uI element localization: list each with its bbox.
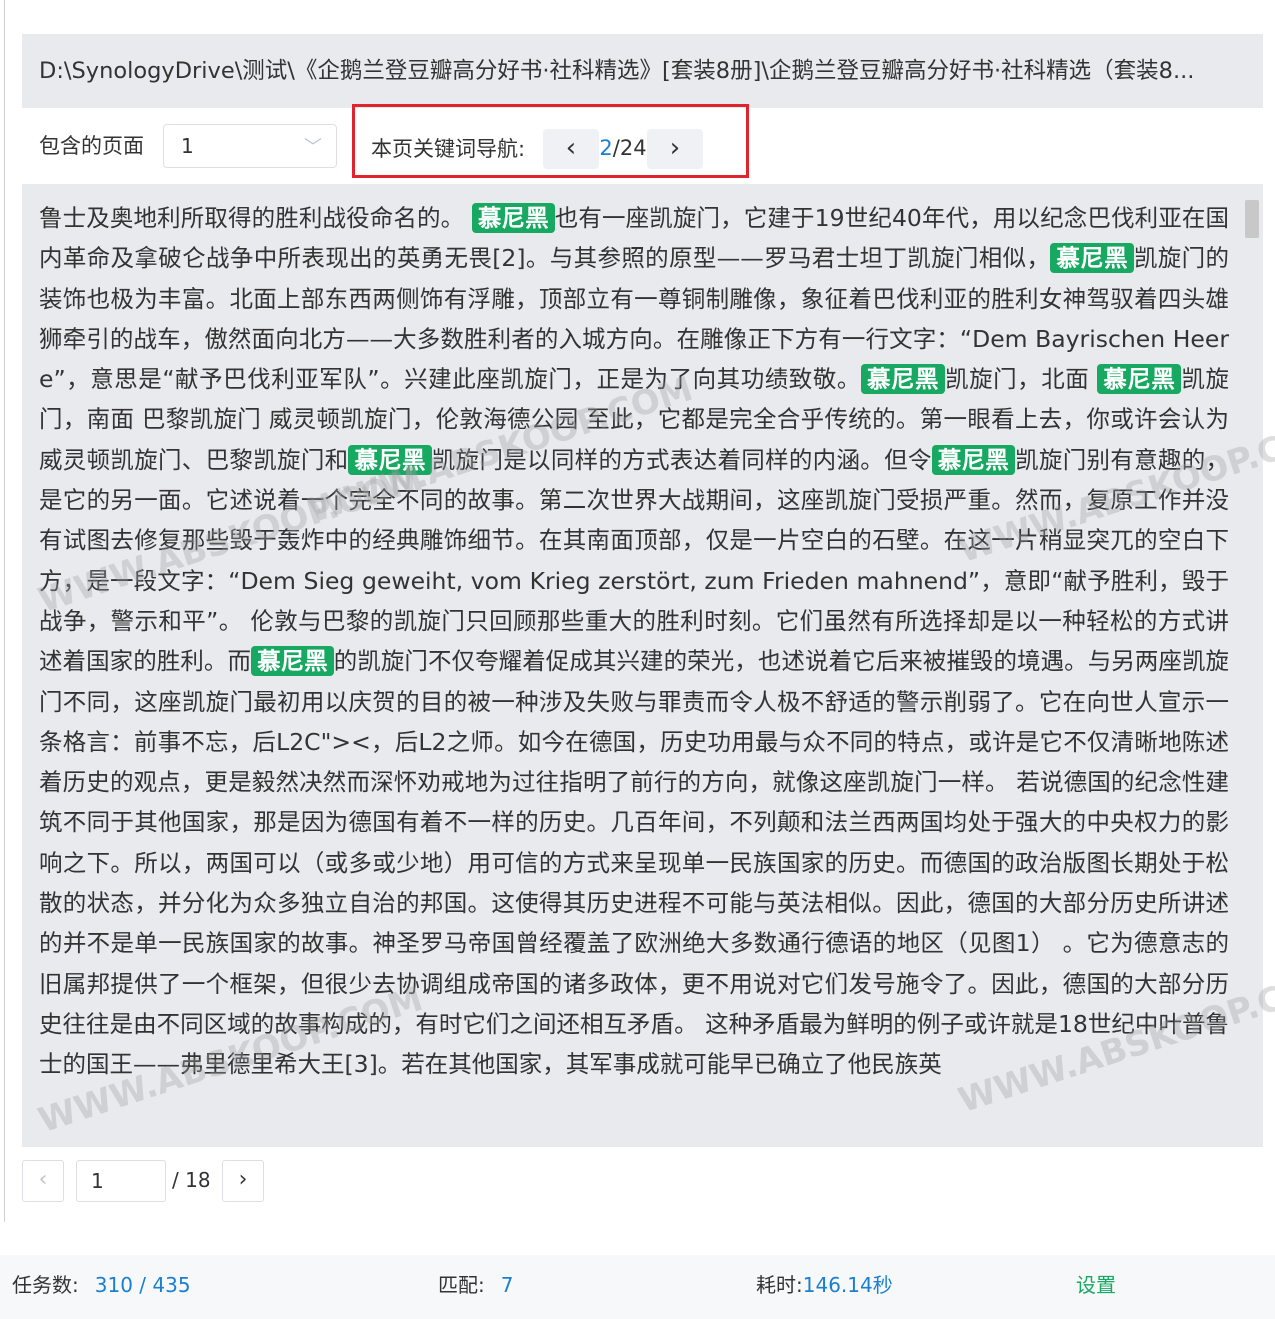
keyword-nav-total: /24 bbox=[612, 136, 647, 160]
pages-select[interactable]: 1 ﹀ bbox=[163, 124, 337, 168]
pagination: ‹ 1 / 18 › bbox=[22, 1160, 422, 1202]
tasks-status: 任务数: 310 / 435 bbox=[12, 1255, 191, 1315]
keyword-highlight: 慕尼黑 bbox=[860, 364, 946, 395]
keyword-nav-label: 本页关键词导航: bbox=[371, 137, 526, 161]
page-prev-button[interactable]: ‹ bbox=[22, 1160, 64, 1202]
document-text: 鲁士及奥地利所取得的胜利战役命名的。 慕尼黑 也有一座凯旋门，它建于19世纪40年… bbox=[39, 198, 1229, 1085]
chevron-left-icon: ‹ bbox=[38, 1167, 48, 1192]
settings-link[interactable]: 设置 bbox=[1076, 1255, 1116, 1315]
page-next-button[interactable]: › bbox=[222, 1160, 264, 1202]
pages-label: 包含的页面 bbox=[39, 134, 144, 158]
keyword-highlight: 慕尼黑 bbox=[471, 203, 555, 233]
text-segment: 的凯旋门不仅夸耀着促成其兴建的荣光，也述说着它后来被摧毁的境遇。与另两座凯旋门不… bbox=[39, 647, 1230, 1079]
document-text-panel[interactable]: 鲁士及奥地利所取得的胜利战役命名的。 慕尼黑 也有一座凯旋门，它建于19世纪40年… bbox=[22, 184, 1263, 1147]
chevron-right-icon: › bbox=[238, 1167, 248, 1192]
left-border bbox=[4, 0, 5, 1222]
keyword-nav-current: 2 bbox=[599, 136, 613, 160]
keyword-highlight: 慕尼黑 bbox=[348, 444, 432, 475]
status-bar: 任务数: 310 / 435 匹配: 7 耗时:146.14秒 设置 bbox=[0, 1255, 1275, 1319]
time-value: 146.14秒 bbox=[802, 1273, 893, 1297]
chevron-down-icon: ﹀ bbox=[304, 137, 322, 158]
keyword-prev-button[interactable]: ‹ bbox=[543, 129, 599, 169]
pages-select-value: 1 bbox=[181, 134, 194, 158]
tasks-value: 310 / 435 bbox=[94, 1273, 191, 1297]
keyword-highlight: 慕尼黑 bbox=[1050, 243, 1134, 274]
text-segment: 鲁士及奥地利所取得的胜利战役命名的。 bbox=[39, 204, 472, 232]
match-label: 匹配: bbox=[438, 1273, 485, 1297]
text-segment: 凯旋门是以同样的方式表达着同样的内涵。但令 bbox=[431, 445, 932, 474]
tasks-label: 任务数: bbox=[12, 1273, 79, 1297]
time-label: 耗时: bbox=[756, 1273, 803, 1297]
file-path-bar: D:\SynologyDrive\测试\《企鹅兰登豆瓣高分好书·社科精选》[套装… bbox=[22, 34, 1263, 108]
keyword-next-button[interactable]: › bbox=[647, 129, 703, 169]
keyword-nav-counter: 2/24 bbox=[599, 136, 647, 160]
keyword-nav-highlight-frame: 本页关键词导航: ‹ 2/24 › bbox=[352, 104, 749, 178]
page-number-input[interactable]: 1 bbox=[76, 1160, 166, 1202]
match-status: 匹配: 7 bbox=[438, 1255, 513, 1315]
text-segment: 凯旋门，北面 bbox=[945, 365, 1098, 394]
keyword-highlight: 慕尼黑 bbox=[931, 444, 1016, 475]
controls-row: 包含的页面 1 ﹀ 本页关键词导航: ‹ 2/24 › bbox=[22, 104, 1263, 178]
keyword-highlight: 慕尼黑 bbox=[251, 646, 334, 677]
chevron-right-icon: › bbox=[669, 133, 681, 163]
match-value: 7 bbox=[500, 1273, 514, 1297]
text-segment: 凯旋门别有意趣的，是它的另一面。它述说着一个完全不同的故事。第二次世界大战期间，… bbox=[39, 445, 1230, 676]
time-status: 耗时:146.14秒 bbox=[756, 1255, 893, 1315]
scrollbar-thumb[interactable] bbox=[1245, 200, 1259, 238]
chevron-left-icon: ‹ bbox=[565, 133, 577, 163]
page-total: / 18 bbox=[172, 1168, 211, 1192]
keyword-highlight: 慕尼黑 bbox=[1097, 364, 1182, 395]
